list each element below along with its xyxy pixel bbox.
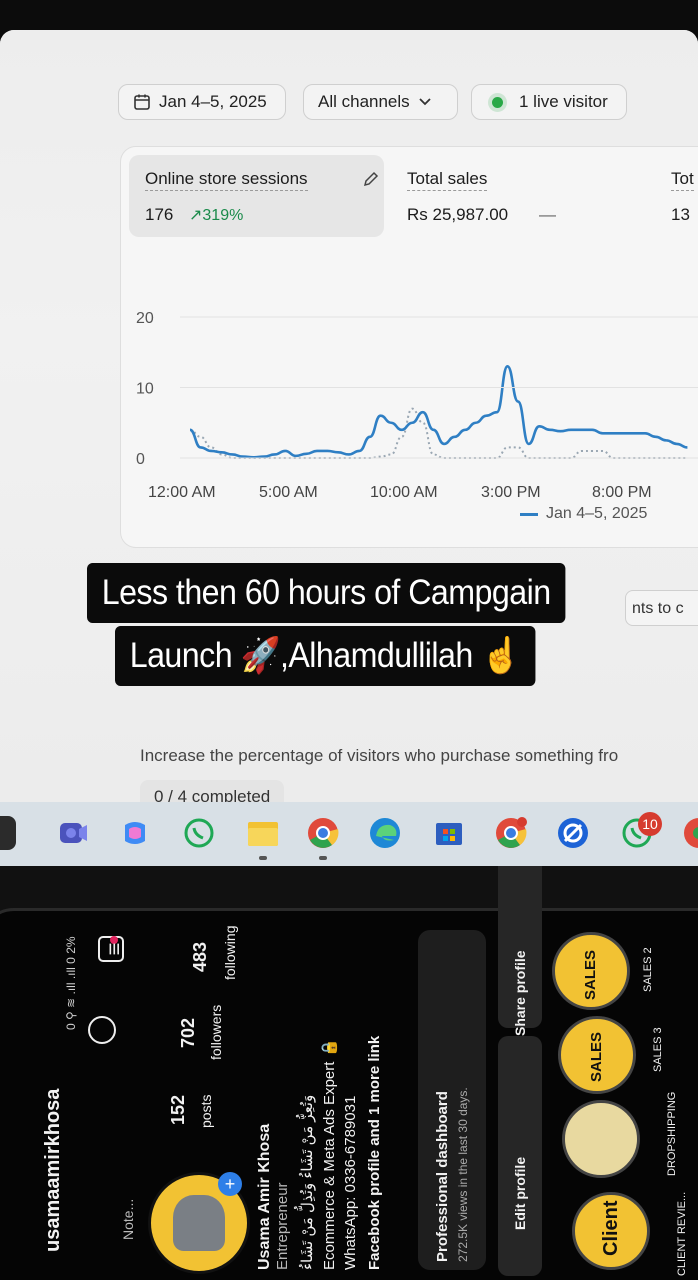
chevron-down-icon <box>419 98 431 106</box>
highlight-sales-2-logo: SALES <box>582 949 599 1000</box>
dashboard-title: Professional dashboard <box>434 1091 451 1262</box>
vpn-icon[interactable] <box>556 816 590 850</box>
chrome-extra-icon[interactable] <box>680 816 698 850</box>
live-visitor-label: 1 live visitor <box>519 92 608 111</box>
highlight-client-logo: Client <box>600 1200 622 1256</box>
notification-badge: 10 <box>638 812 662 836</box>
profile-links[interactable]: Facebook profile and 1 more link <box>366 1036 383 1270</box>
metric-third[interactable]: Tot 13 <box>661 155 698 237</box>
profile-bio-line: Ecommerce & Meta Ads Expert 🔒 <box>321 1038 338 1270</box>
y-tick-label: 20 <box>136 310 154 327</box>
note-bubble[interactable]: Note... <box>120 1199 136 1240</box>
phone-photo: 0 ⚲ ≋ .ıll .ıll 0 2% usamaamirkhosa ≡ + … <box>0 866 698 1280</box>
trend-up-icon: ↗ <box>189 207 203 224</box>
following-label: following <box>222 925 238 980</box>
metric-total-sales[interactable]: Total sales Rs 25,987.00 — <box>393 155 643 237</box>
live-visitor-button[interactable]: 1 live visitor <box>471 84 627 120</box>
posts-count[interactable]: 152 <box>168 1095 189 1125</box>
caption-line-1: Less then 60 hours of Campgain <box>87 563 566 623</box>
metric-third-title: Tot <box>671 169 694 191</box>
followers-count[interactable]: 702 <box>178 1018 199 1048</box>
chrome-profile-icon[interactable] <box>494 816 528 850</box>
following-count[interactable]: 483 <box>190 942 211 972</box>
store-icon[interactable] <box>432 816 466 850</box>
profile-whatsapp: WhatsApp: 0336-6789031 <box>342 1095 359 1270</box>
profile-bio-arabic: وَتُعِزُّ مَنْ تَشَاءُ وَتُذِلُّ مَنْ تَ… <box>299 1094 316 1270</box>
add-story-icon[interactable]: + <box>218 1172 242 1196</box>
metric-sessions-trend-value: 319% <box>202 207 244 224</box>
live-dot-icon <box>492 96 503 108</box>
metric-sales-trend: — <box>539 205 556 224</box>
caption-line-2: Launch 🚀,Alhamdullilah ☝ <box>115 626 536 686</box>
calendar-icon <box>134 94 150 110</box>
setup-description: Increase the percentage of visitors who … <box>140 746 619 765</box>
caption-overlay: Less then 60 hours of Campgain Launch 🚀,… <box>87 558 632 698</box>
pencil-icon[interactable] <box>361 169 381 189</box>
metric-sessions-value: 176 <box>145 205 174 224</box>
taskbar <box>0 802 698 866</box>
copilot-icon[interactable] <box>118 816 152 850</box>
edge-icon[interactable] <box>368 816 402 850</box>
file-explorer-icon[interactable] <box>246 816 280 850</box>
highlight-client-reviews-label: CLIENT REVIE... <box>676 1191 688 1276</box>
highlight-dropshipping-label: DROPSHIPPING <box>666 1091 678 1176</box>
metric-sessions-trend: ↗319% <box>189 205 243 225</box>
avatar-photo <box>173 1195 225 1251</box>
legend-swatch <box>520 512 538 516</box>
professional-dashboard-card[interactable] <box>418 930 486 1270</box>
highlight-sales-3-label: SALES 3 <box>652 1027 664 1072</box>
app-icon-dark[interactable] <box>0 816 16 850</box>
posts-label: posts <box>198 1094 214 1128</box>
setup-progress-badge: 0 / 4 completed <box>140 780 285 802</box>
y-tick-label: 10 <box>136 381 154 398</box>
sessions-series-line <box>189 365 688 459</box>
profile-category: Entrepreneur <box>274 1182 291 1270</box>
channel-label: All channels <box>318 92 410 111</box>
metric-sales-title: Total sales <box>407 169 488 191</box>
highlight-dropshipping[interactable] <box>562 1100 640 1178</box>
profile-name: Usama Amir Khosa <box>256 1123 273 1270</box>
x-tick-label: 5:00 AM <box>259 484 318 501</box>
metric-third-value: 13 <box>671 205 690 224</box>
x-tick-label: 3:00 PM <box>481 484 541 501</box>
date-range-label: Jan 4–5, 2025 <box>159 92 267 111</box>
x-tick-label: 8:00 PM <box>592 484 652 501</box>
sessions-chart: 20 10 012:00 AM 5:00 AM 10:00 AM 3:00 PM 8:00 … <box>136 310 698 501</box>
legend-label: Jan 4–5, 2025 <box>546 505 648 522</box>
metric-sales-value: Rs 25,987.00 <box>407 205 509 224</box>
share-profile-label: Share profile <box>512 950 528 1036</box>
whatsapp-icon[interactable] <box>182 816 216 850</box>
edit-profile-label: Edit profile <box>512 1156 528 1230</box>
x-tick-label: 10:00 AM <box>370 484 438 501</box>
profile-username[interactable]: usamaamirkhosa <box>42 1089 65 1252</box>
chrome-icon[interactable] <box>306 816 340 850</box>
status-bar: 0 ⚲ ≋ .ıll .ıll 0 2% <box>64 936 78 1030</box>
metric-sessions[interactable]: Online store sessions 176 ↗319% <box>129 155 384 237</box>
active-indicator <box>319 856 327 860</box>
dashboard-subtitle: 272.5K views in the last 30 days. <box>456 1087 470 1262</box>
chart-legend: Jan 4–5, 2025 <box>520 505 647 523</box>
channel-select[interactable]: All channels <box>303 84 458 120</box>
teams-icon[interactable] <box>56 816 90 850</box>
menu-icon[interactable]: ≡ <box>101 943 127 956</box>
hint-box[interactable]: nts to c <box>625 590 698 626</box>
y-tick-label: 0 <box>136 451 145 468</box>
date-range-picker[interactable]: Jan 4–5, 2025 <box>118 84 286 120</box>
x-tick-label: 12:00 AM <box>148 484 216 501</box>
highlight-sales-3-logo: SALES <box>588 1031 605 1082</box>
active-indicator <box>259 856 267 860</box>
followers-label: followers <box>208 1004 224 1060</box>
highlight-sales-2-label: SALES 2 <box>642 947 654 992</box>
threads-icon[interactable] <box>88 1016 116 1044</box>
metric-sessions-title: Online store sessions <box>145 169 308 191</box>
